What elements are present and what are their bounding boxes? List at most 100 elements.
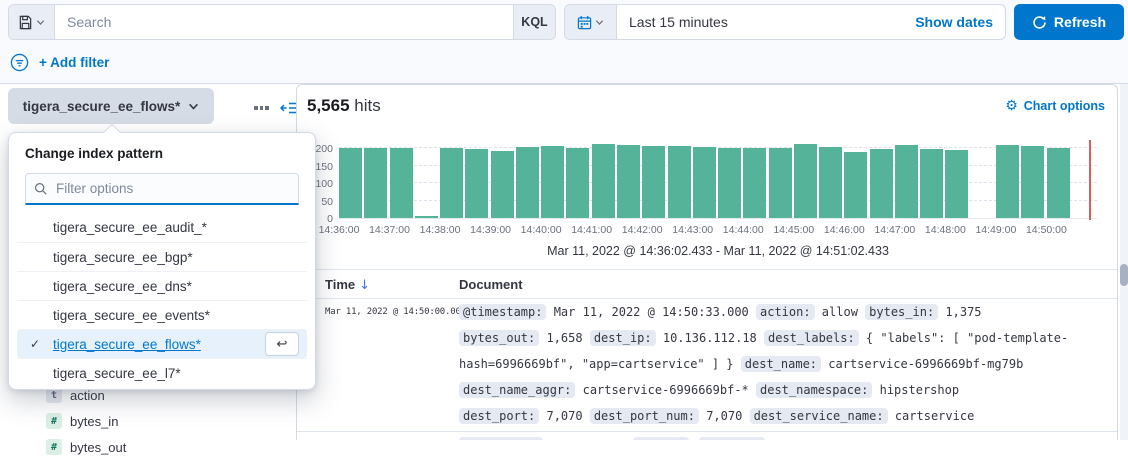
histogram-bar[interactable]: [491, 151, 514, 218]
x-axis-tick-label: 14:37:00: [362, 224, 418, 236]
index-pattern-option-label: tigera_secure_ee_bgp*: [53, 250, 193, 265]
refresh-label: Refresh: [1054, 14, 1106, 30]
histogram-bar[interactable]: [566, 148, 589, 218]
histogram-bar[interactable]: [819, 147, 842, 218]
histogram-bar[interactable]: [870, 149, 893, 218]
histogram-bar[interactable]: [693, 147, 716, 218]
index-pattern-option[interactable]: tigera_secure_ee_l7*: [17, 358, 307, 387]
histogram-bar[interactable]: [592, 144, 615, 218]
field-name-badge: dest_service_name:: [750, 408, 888, 424]
scrollbar-thumb[interactable]: [1120, 264, 1128, 286]
field-name-badge: dest_port:: [459, 408, 539, 424]
histogram-bar[interactable]: [465, 149, 488, 218]
x-axis-tick-label: 14:50:00: [1018, 224, 1074, 236]
field-name-badge: dest_port_num:: [590, 408, 699, 424]
histogram-bar[interactable]: [996, 145, 1019, 218]
sort-descending-icon[interactable]: ↓: [359, 278, 370, 293]
x-axis-tick-label: 14:45:00: [766, 224, 822, 236]
field-label: bytes_out: [70, 440, 126, 455]
date-quick-select-button[interactable]: [565, 5, 617, 39]
search-input[interactable]: [55, 5, 513, 39]
index-pattern-option[interactable]: ✓tigera_secure_ee_flows*↩: [17, 329, 307, 358]
filter-bar: + Add filter: [10, 50, 109, 74]
hits-count: 5,565 hits: [307, 96, 381, 116]
x-axis-tick-label: 14:39:00: [463, 224, 519, 236]
histogram-bar[interactable]: [390, 148, 413, 218]
histogram-bar[interactable]: [668, 146, 691, 218]
field-name-badge: action:: [756, 304, 815, 320]
histogram-bar[interactable]: [794, 144, 817, 218]
histogram-bar[interactable]: [617, 145, 640, 218]
change-index-pattern-popover: Change index pattern tigera_secure_ee_au…: [8, 132, 316, 390]
histogram-bar[interactable]: [844, 152, 867, 219]
calendar-icon: [577, 15, 592, 30]
histogram-bar[interactable]: [945, 150, 968, 218]
histogram-bar[interactable]: [920, 149, 943, 218]
table-header-time[interactable]: Time↓: [325, 277, 370, 293]
histogram-bar[interactable]: [415, 216, 438, 218]
scrollbar-track[interactable]: [1120, 84, 1128, 440]
divider: [297, 431, 1117, 432]
x-axis-tick-label: 14:43:00: [665, 224, 721, 236]
field-name-badge: dest_name_aggr:: [459, 382, 575, 398]
filter-options-input[interactable]: [25, 173, 299, 205]
histogram-bar[interactable]: [718, 148, 741, 218]
date-picker: Last 15 minutes Show dates: [564, 4, 1006, 40]
field-name-badge: @timestamp:: [459, 304, 546, 320]
histogram-bar[interactable]: [1047, 148, 1070, 218]
x-axis-tick-label: 14:46:00: [816, 224, 872, 236]
x-axis-tick-label: 14:36:00: [311, 224, 367, 236]
show-dates-button[interactable]: Show dates: [915, 5, 1005, 39]
refresh-button[interactable]: Refresh: [1014, 4, 1124, 40]
field-name-badge: bytes_out:: [459, 330, 539, 346]
histogram-bar[interactable]: [541, 146, 564, 218]
field-name-badge: dest_name:: [741, 356, 821, 372]
x-axis-tick-label: 14:44:00: [715, 224, 771, 236]
field-name-badge: dest_labels:: [764, 330, 859, 346]
x-axis-tick-label: 14:38:00: [412, 224, 468, 236]
chevron-down-icon: [36, 18, 45, 27]
histogram-bar[interactable]: [642, 146, 665, 218]
field-name-badge: dest_namespace:: [756, 382, 872, 398]
field-name-badge: dest_ip:: [590, 330, 656, 346]
document-line: hash=6996669bf", "app=cartservice" ] } d…: [459, 351, 1107, 377]
x-axis-labels: 14:36:0014:37:0014:38:0014:39:0014:40:00…: [339, 224, 1097, 238]
add-filter-button[interactable]: + Add filter: [39, 55, 109, 70]
histogram-bar[interactable]: [769, 148, 792, 218]
gear-icon: ⚙: [1005, 99, 1018, 113]
x-axis-tick-label: 14:42:00: [614, 224, 670, 236]
divider: [297, 269, 1117, 270]
chart-options-button[interactable]: ⚙Chart options: [1005, 99, 1105, 113]
index-pattern-option[interactable]: tigera_secure_ee_bgp*: [17, 242, 307, 271]
sidebar-field-bytes_in[interactable]: #bytes_in: [0, 410, 296, 432]
index-pattern-option[interactable]: tigera_secure_ee_events*: [17, 300, 307, 329]
discover-main-panel: 5,565 hits ⚙Chart options 050100150200 1…: [296, 84, 1118, 440]
document-line: bytes_out: 1,658 dest_ip: 10.136.112.18 …: [459, 325, 1107, 351]
kql-language-button[interactable]: KQL: [513, 5, 555, 39]
index-pattern-option[interactable]: tigera_secure_ee_dns*: [17, 271, 307, 300]
saved-query-menu-button[interactable]: [9, 5, 55, 39]
field-type-icon: #: [46, 439, 62, 455]
filter-icon[interactable]: [10, 53, 29, 72]
sidebar-field-bytes_out[interactable]: # bytes_out: [0, 436, 296, 458]
histogram-bar[interactable]: [339, 148, 362, 218]
save-icon: [18, 15, 33, 30]
document-line: dest_port: 7,070 dest_port_num: 7,070 de…: [459, 403, 1107, 429]
search-icon: [34, 182, 48, 196]
histogram-bar[interactable]: [364, 148, 387, 218]
document-line: dest_name_aggr: cartservice-6996669bf-* …: [459, 377, 1107, 403]
time-range-value[interactable]: Last 15 minutes: [617, 5, 728, 39]
histogram-bar[interactable]: [895, 145, 918, 218]
histogram-bar[interactable]: [743, 148, 766, 218]
histogram-plot[interactable]: [339, 141, 1097, 219]
popover-title: Change index pattern: [9, 133, 315, 169]
field-options-icon[interactable]: [254, 102, 270, 114]
time-range-subtitle: Mar 11, 2022 @ 14:36:02.433 - Mar 11, 20…: [339, 244, 1097, 258]
histogram-bar[interactable]: [516, 147, 539, 218]
x-axis-tick-label: 14:49:00: [968, 224, 1024, 236]
index-pattern-switcher-button[interactable]: tigera_secure_ee_flows*: [8, 88, 214, 124]
check-icon: ✓: [17, 337, 53, 351]
index-pattern-option[interactable]: tigera_secure_ee_audit_*: [17, 213, 307, 242]
histogram-bar[interactable]: [1021, 146, 1044, 218]
histogram-bar[interactable]: [440, 148, 463, 218]
